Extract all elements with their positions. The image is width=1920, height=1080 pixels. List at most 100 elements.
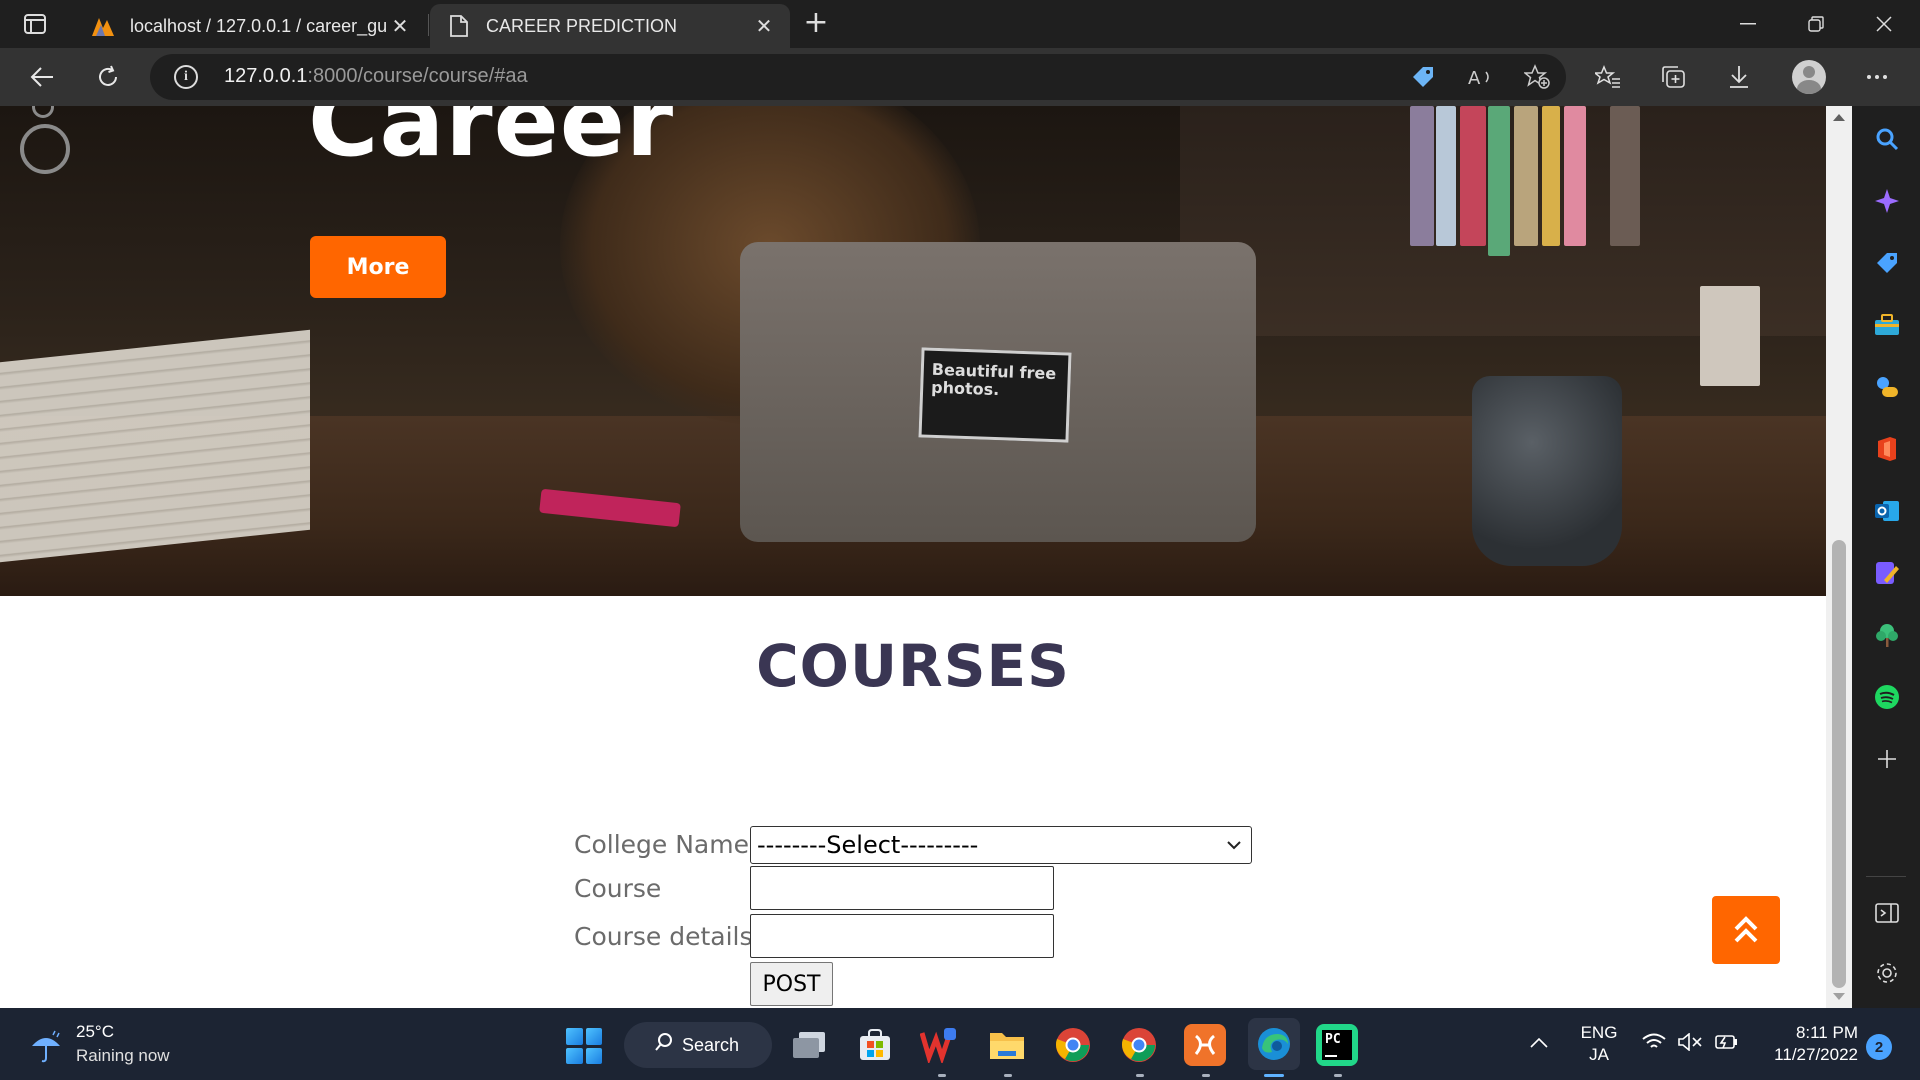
spotify-icon[interactable] [1872,682,1902,712]
wifi-icon[interactable] [1642,1032,1666,1056]
slider-indicator[interactable] [32,106,54,118]
college-name-label: College Name [574,830,749,859]
umbrella-rain-icon[interactable] [26,1026,66,1066]
chevron-up-icon[interactable] [1530,1032,1548,1053]
microsoft-store-icon[interactable] [854,1024,896,1066]
xampp-icon[interactable] [1184,1024,1226,1066]
minimize-icon[interactable] [1714,0,1782,48]
more-button[interactable]: More [310,236,446,298]
task-view-icon[interactable] [788,1024,830,1066]
games-icon[interactable] [1872,372,1902,402]
office-icon[interactable] [1872,434,1902,464]
tab-actions-icon[interactable] [20,10,50,38]
scroll-thumb[interactable] [1832,540,1846,988]
site-info-icon[interactable]: i [174,65,198,89]
start-windows-icon[interactable] [566,1028,602,1064]
app-running-indicator [938,1074,946,1077]
back-to-top-button[interactable] [1712,896,1780,964]
refresh-icon[interactable] [88,57,128,97]
page-scrollbar[interactable] [1826,106,1852,1008]
hero-banner: Beautiful free photos. Career More [0,106,1826,596]
add-sidebar-app-icon[interactable] [1872,744,1902,774]
add-favorite-icon[interactable] [1522,62,1552,92]
chrome-profile-icon[interactable] [1118,1024,1160,1066]
file-explorer-icon[interactable] [986,1024,1028,1066]
read-aloud-icon[interactable]: A [1466,62,1496,92]
volume-muted-icon[interactable] [1678,1032,1702,1056]
new-tab-button[interactable]: + [800,8,832,40]
page-icon [446,13,472,39]
copilot-sparkle-icon[interactable] [1872,186,1902,216]
slider-indicator[interactable] [20,124,70,174]
scroll-down-arrow-icon[interactable] [1833,993,1845,1000]
hero-title: Career [308,106,675,178]
notification-badge[interactable]: 2 [1866,1034,1892,1060]
downloads-icon[interactable] [1722,60,1756,94]
app-running-indicator [1136,1074,1144,1077]
url-bar[interactable]: i 127.0.0.1:8000/course/course/#aa A [150,54,1566,100]
chevron-down-icon [1227,835,1241,854]
weather-description[interactable]: Raining now [76,1046,170,1066]
system-clock[interactable]: 8:11 PM 11/27/2022 [1748,1022,1858,1066]
course-input[interactable] [750,866,1054,910]
phpmyadmin-icon [90,13,116,39]
tab-phpmyadmin[interactable]: localhost / 127.0.0.1 / career_gui ✕ [74,4,426,48]
scroll-up-arrow-icon[interactable] [1833,114,1845,121]
profile-avatar[interactable] [1792,60,1826,94]
bookshelf-image [1180,106,1826,386]
shopping-tag-icon[interactable] [1408,62,1438,92]
sidebar-divider [1866,876,1906,877]
post-button[interactable]: POST [750,962,833,1006]
browser-tab-bar: localhost / 127.0.0.1 / career_gui ✕ CAR… [0,0,1920,48]
search-label: Search [682,1034,740,1055]
close-tab-icon[interactable]: ✕ [750,12,778,40]
shopping-tag-icon[interactable] [1872,248,1902,278]
select-value: --------Select--------- [757,831,979,859]
search-icon[interactable] [1872,124,1902,154]
hide-sidebar-icon[interactable] [1872,898,1902,928]
tools-briefcase-icon[interactable] [1872,310,1902,340]
chrome-icon[interactable] [1052,1024,1094,1066]
edge-icon[interactable] [1248,1018,1300,1070]
laptop-image: Beautiful free photos. [740,242,1256,542]
close-tab-icon[interactable]: ✕ [386,12,414,40]
designer-icon[interactable] [1872,558,1902,588]
url-text[interactable]: 127.0.0.1:8000/course/course/#aa [224,65,528,88]
app-running-indicator [1202,1074,1210,1077]
weather-temperature[interactable]: 25°C [76,1022,114,1042]
collections-icon[interactable] [1656,60,1690,94]
restore-icon[interactable] [1782,0,1850,48]
college-name-select[interactable]: --------Select--------- [750,826,1252,864]
courses-heading: COURSES [756,632,1070,700]
wps-office-icon[interactable] [918,1024,960,1066]
app-running-indicator [1334,1074,1342,1077]
settings-gear-icon[interactable] [1872,958,1902,988]
papers-image [0,329,310,563]
address-toolbar: i 127.0.0.1:8000/course/course/#aa A [0,48,1920,106]
more-options-icon[interactable] [1860,60,1894,94]
course-label: Course [574,874,662,903]
svg-text:A: A [1468,68,1481,88]
search-icon [654,1032,674,1058]
pycharm-icon[interactable]: PC [1316,1024,1358,1066]
course-details-label: Course details [574,922,753,951]
laptop-sticker: Beautiful free photos. [918,347,1072,443]
double-chevron-up-icon [1734,916,1758,943]
course-details-input[interactable] [750,914,1054,958]
battery-charging-icon[interactable] [1712,1032,1738,1056]
tab-title: localhost / 127.0.0.1 / career_gui [130,15,386,36]
mug-image [1472,376,1622,566]
app-running-indicator [1004,1074,1012,1077]
app-active-indicator [1264,1074,1284,1077]
tab-title: CAREER PREDICTION [486,15,678,36]
favorites-icon[interactable] [1591,60,1625,94]
tree-icon[interactable] [1872,620,1902,650]
back-icon[interactable] [22,57,62,97]
tab-career-prediction[interactable]: CAREER PREDICTION ✕ [430,4,790,48]
outlook-icon[interactable] [1872,496,1902,526]
edge-sidebar [1852,106,1920,1008]
close-window-icon[interactable] [1850,0,1918,48]
windows-taskbar: 25°C Raining now Search PC ENG JA 8:11 P… [0,1008,1920,1080]
input-language[interactable]: ENG JA [1578,1022,1620,1066]
taskbar-search[interactable]: Search [624,1022,772,1068]
